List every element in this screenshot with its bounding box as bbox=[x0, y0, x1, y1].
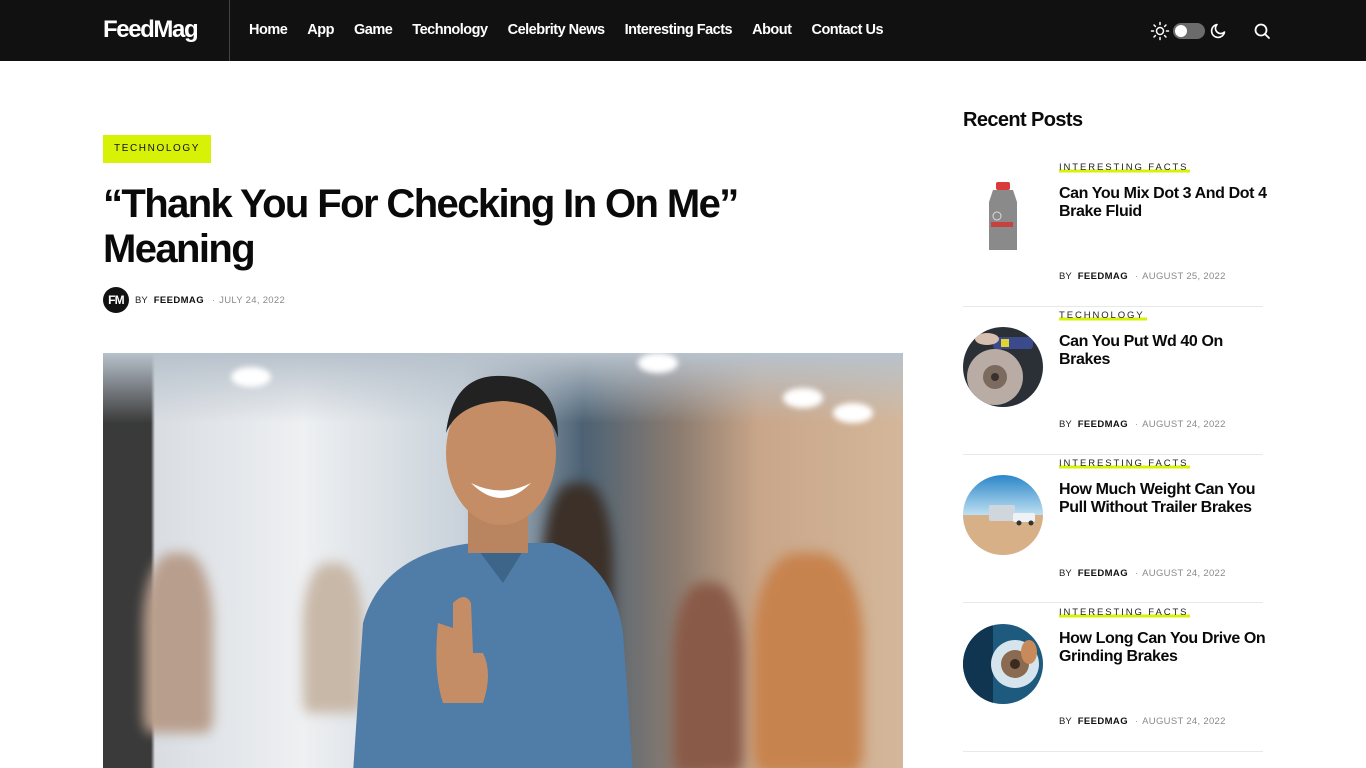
site-header: FeedMag Home App Game Technology Celebri… bbox=[0, 0, 1366, 61]
post-date: AUGUST 24, 2022 bbox=[1142, 568, 1226, 579]
author-link[interactable]: FEEDMAG bbox=[1078, 419, 1128, 430]
sun-icon[interactable] bbox=[1150, 21, 1170, 41]
post-date: AUGUST 24, 2022 bbox=[1142, 716, 1226, 727]
recent-post[interactable]: INTERESTING FACTS Can You Mix Dot 3 And … bbox=[963, 159, 1267, 307]
post-title[interactable]: Can You Put Wd 40 On Brakes bbox=[1059, 333, 1269, 369]
toggle-knob bbox=[1175, 24, 1187, 37]
post-date: AUGUST 25, 2022 bbox=[1142, 271, 1226, 282]
post-title[interactable]: Can You Mix Dot 3 And Dot 4 Brake Fluid bbox=[1059, 185, 1269, 221]
truck-trailer-icon bbox=[963, 475, 1043, 555]
nav-interesting-facts[interactable]: Interesting Facts bbox=[625, 0, 733, 61]
author-link[interactable]: FEEDMAG bbox=[1078, 271, 1128, 282]
post-thumbnail[interactable] bbox=[963, 176, 1043, 256]
nav-contact-us[interactable]: Contact Us bbox=[811, 0, 883, 61]
post-thumbnail[interactable] bbox=[963, 327, 1043, 407]
recent-post[interactable]: TECHNOLOGY Can You Put Wd 40 On Brakes B… bbox=[963, 307, 1263, 455]
image-light bbox=[833, 403, 873, 423]
by-label: BY bbox=[1059, 271, 1072, 282]
post-meta: BY FEEDMAG · AUGUST 24, 2022 bbox=[1059, 419, 1226, 430]
article-byline: FM BY FEEDMAG · JULY 24, 2022 bbox=[103, 287, 285, 313]
header-tools bbox=[1150, 0, 1271, 61]
category-badge[interactable]: TECHNOLOGY bbox=[103, 135, 212, 163]
brake-disc-icon bbox=[963, 327, 1043, 407]
image-light bbox=[638, 353, 678, 373]
search-icon[interactable] bbox=[1253, 22, 1271, 40]
post-meta: BY FEEDMAG · AUGUST 25, 2022 bbox=[1059, 271, 1226, 282]
post-meta: BY FEEDMAG · AUGUST 24, 2022 bbox=[1059, 716, 1226, 727]
by-label: BY bbox=[1059, 419, 1072, 430]
brake-caliper-icon bbox=[963, 624, 1043, 704]
nav-celebrity-news[interactable]: Celebrity News bbox=[508, 0, 605, 61]
nav-home[interactable]: Home bbox=[249, 0, 288, 61]
meta-separator: · bbox=[212, 294, 216, 306]
image-light bbox=[231, 367, 271, 387]
post-meta: BY FEEDMAG · AUGUST 24, 2022 bbox=[1059, 568, 1226, 579]
theme-toggle[interactable] bbox=[1173, 22, 1205, 39]
nav-app[interactable]: App bbox=[307, 0, 334, 61]
meta-separator: · bbox=[1135, 716, 1139, 727]
header-divider bbox=[229, 0, 230, 61]
post-title[interactable]: How Much Weight Can You Pull Without Tra… bbox=[1059, 481, 1269, 517]
main-nav: Home App Game Technology Celebrity News … bbox=[249, 0, 903, 61]
meta-separator: · bbox=[1135, 419, 1139, 430]
post-title[interactable]: How Long Can You Drive On Grinding Brake… bbox=[1059, 630, 1269, 666]
post-category[interactable]: INTERESTING FACTS bbox=[1059, 607, 1191, 619]
post-date: AUGUST 24, 2022 bbox=[1142, 419, 1226, 430]
recent-post[interactable]: INTERESTING FACTS How Much Weight Can Yo… bbox=[963, 455, 1263, 603]
brake-fluid-bottle-icon bbox=[963, 176, 1043, 256]
image-background-person bbox=[673, 583, 743, 768]
meta-separator: · bbox=[1135, 568, 1139, 579]
image-light bbox=[783, 388, 823, 408]
moon-icon[interactable] bbox=[1209, 22, 1227, 40]
post-thumbnail[interactable] bbox=[963, 624, 1043, 704]
by-label: BY bbox=[135, 294, 148, 306]
site-logo[interactable]: FeedMag bbox=[103, 15, 199, 45]
featured-image bbox=[103, 353, 903, 768]
by-label: BY bbox=[1059, 568, 1072, 579]
image-background-person bbox=[143, 553, 213, 733]
author-link[interactable]: FEEDMAG bbox=[1078, 568, 1128, 579]
author-link[interactable]: FEEDMAG bbox=[1078, 716, 1128, 727]
by-label: BY bbox=[1059, 716, 1072, 727]
post-category[interactable]: INTERESTING FACTS bbox=[1059, 162, 1191, 174]
meta-separator: · bbox=[1135, 271, 1139, 282]
author-avatar[interactable]: FM bbox=[103, 287, 129, 313]
publish-date: JULY 24, 2022 bbox=[219, 294, 286, 306]
post-category[interactable]: INTERESTING FACTS bbox=[1059, 458, 1191, 470]
author-link[interactable]: FEEDMAG bbox=[154, 295, 204, 306]
nav-game[interactable]: Game bbox=[354, 0, 393, 61]
image-background-person bbox=[753, 553, 863, 768]
post-thumbnail[interactable] bbox=[963, 475, 1043, 555]
nav-about[interactable]: About bbox=[752, 0, 792, 61]
post-category[interactable]: TECHNOLOGY bbox=[1059, 310, 1147, 322]
nav-technology[interactable]: Technology bbox=[412, 0, 488, 61]
recent-post[interactable]: INTERESTING FACTS How Long Can You Drive… bbox=[963, 604, 1266, 752]
image-main-person bbox=[353, 375, 633, 768]
sidebar-title: Recent Posts bbox=[963, 109, 1083, 131]
article-title: “Thank You For Checking In On Me” Meanin… bbox=[103, 182, 739, 271]
